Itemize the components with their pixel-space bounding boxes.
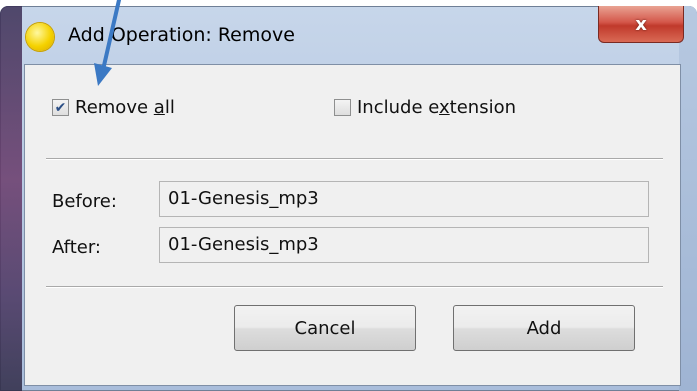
before-row: Before: 01-Genesis_mp3 <box>25 181 680 221</box>
window-frame-left <box>0 6 22 391</box>
before-field[interactable]: 01-Genesis_mp3 <box>159 181 649 217</box>
before-label: Before: <box>52 191 117 212</box>
after-field[interactable]: 01-Genesis_mp3 <box>159 227 649 263</box>
add-button[interactable]: Add <box>453 305 635 351</box>
close-icon: x <box>635 13 647 35</box>
window-frame-right <box>679 6 697 391</box>
include-extension-checkbox[interactable]: Include extension <box>334 97 516 118</box>
close-button[interactable]: x <box>598 6 684 43</box>
after-row: After: 01-Genesis_mp3 <box>25 227 680 267</box>
cancel-button[interactable]: Cancel <box>234 305 416 351</box>
separator-top <box>46 158 663 160</box>
include-extension-label: Include extension <box>357 97 517 118</box>
checkmark-icon: ✔ <box>54 99 67 116</box>
remove-all-checkbox[interactable]: ✔ Remove all <box>52 97 175 118</box>
dialog-client-area: ✔ Remove all Include extension Before: 0… <box>24 64 681 386</box>
annotation-arrow-icon <box>94 0 121 86</box>
remove-all-checkbox-box[interactable]: ✔ <box>52 99 69 116</box>
separator-bottom <box>46 286 663 288</box>
remove-all-label: Remove all <box>75 97 175 118</box>
include-extension-checkbox-box[interactable] <box>334 99 351 116</box>
after-label: After: <box>52 237 101 258</box>
app-circle-icon <box>26 23 54 51</box>
